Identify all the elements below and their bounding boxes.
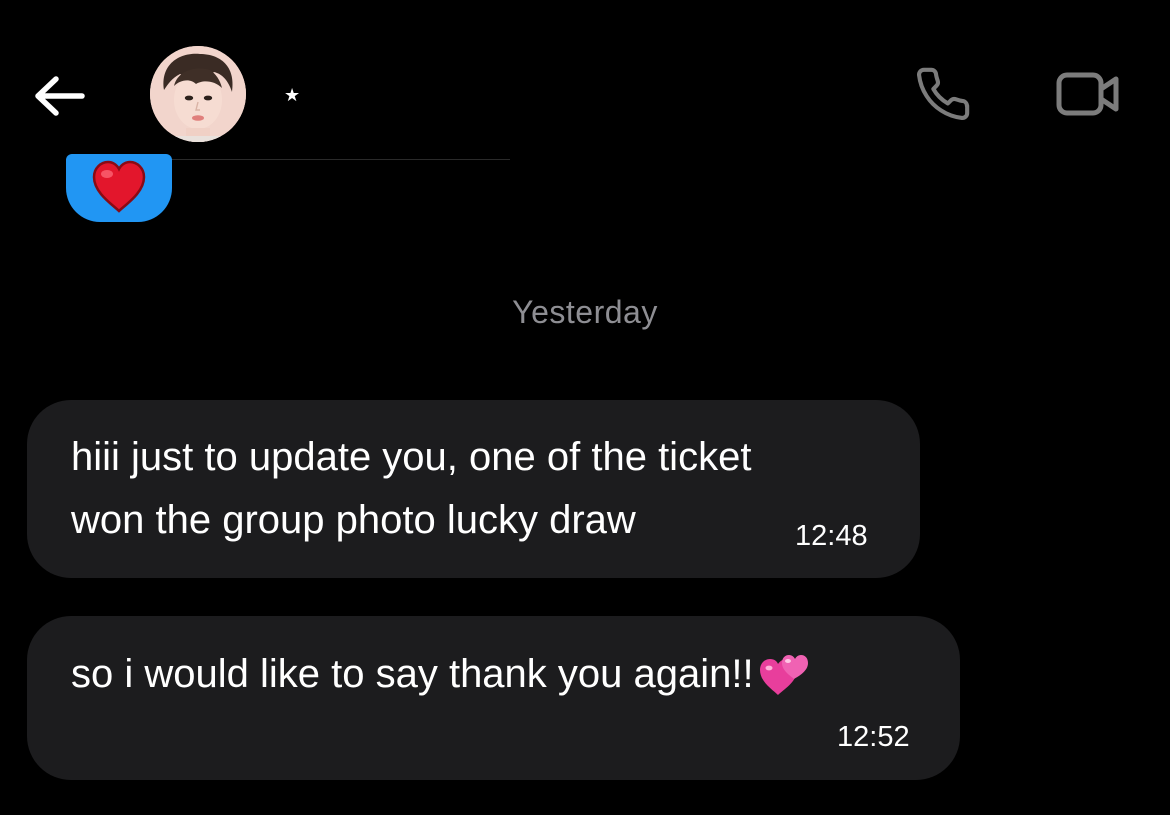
chat-header: ★	[0, 0, 1170, 160]
contact-name[interactable]: ★	[284, 86, 300, 104]
phone-icon	[917, 67, 970, 120]
video-camera-icon	[1056, 72, 1119, 116]
message-timestamp: 12:48	[795, 520, 868, 552]
video-call-button[interactable]	[1048, 62, 1128, 126]
voice-call-button[interactable]	[908, 62, 978, 126]
avatar-photo	[150, 46, 246, 142]
header-divider	[154, 159, 510, 160]
message-text-row: so i would like to say thank you again!!	[71, 643, 810, 706]
outgoing-reaction-bubble[interactable]	[66, 154, 172, 222]
message-timestamp: 12:52	[837, 721, 910, 753]
back-button[interactable]	[28, 68, 90, 124]
arrow-left-icon	[35, 76, 85, 116]
incoming-message[interactable]: hiii just to update you, one of the tick…	[27, 400, 920, 578]
contact-avatar[interactable]	[150, 46, 246, 142]
date-separator: Yesterday	[512, 294, 658, 330]
incoming-message[interactable]: so i would like to say thank you again!!…	[27, 616, 960, 780]
red-heart-icon	[92, 160, 146, 213]
message-text: hiii just to update you, one of the tick…	[71, 435, 752, 542]
two-hearts-icon	[759, 654, 808, 695]
message-text: so i would like to say thank you again!!	[71, 652, 754, 696]
